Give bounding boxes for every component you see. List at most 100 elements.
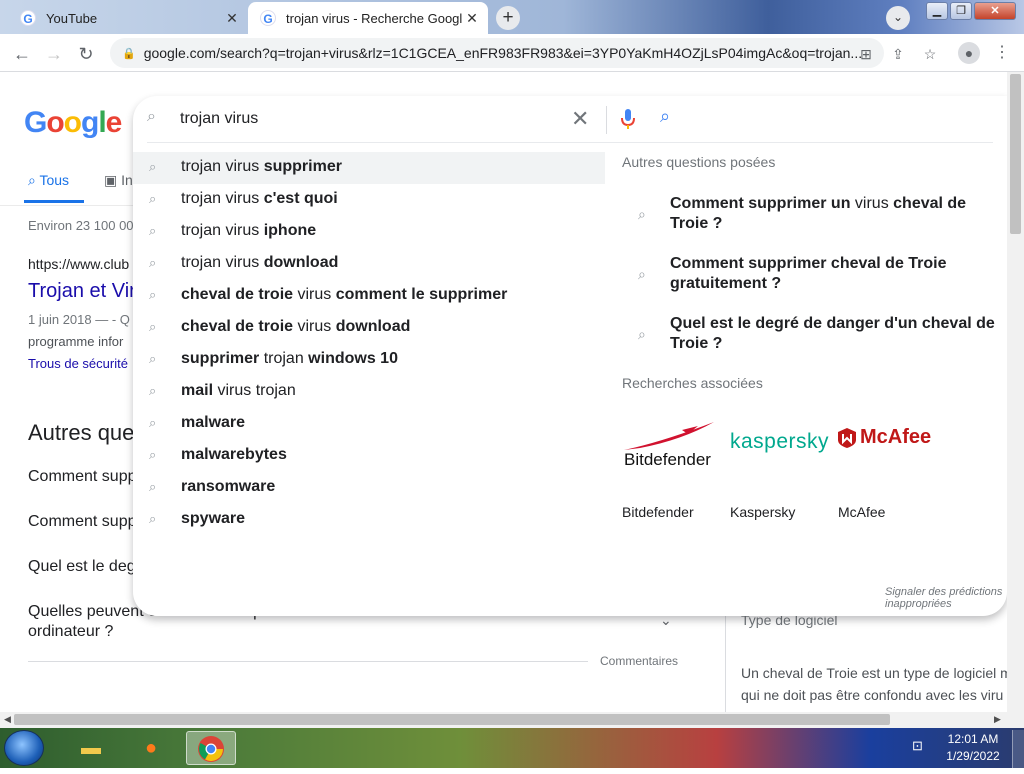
bitdefender-logo[interactable]: Bitdefender [622, 416, 722, 476]
kaspersky-wordmark: kaspersky [730, 430, 830, 453]
suggestion-item[interactable]: ⌕ trojan virus supprimer [133, 152, 605, 184]
search-icon: ⌕ [638, 206, 646, 222]
minimize-button[interactable]: ▁ [926, 2, 948, 20]
horizontal-scroll-thumb[interactable] [14, 714, 890, 725]
tab-search-icon[interactable]: ⌄ [886, 6, 910, 30]
mcafee-wordmark: McAfee [860, 426, 932, 448]
suggestion-text: trojan virus [181, 190, 264, 207]
suggestion-item[interactable]: ⌕ supprimer trojan windows 10 [133, 344, 605, 376]
results-count: Environ 23 100 00 [28, 218, 134, 233]
suggestion-item[interactable]: ⌕ spyware [133, 504, 605, 536]
bitdefender-label[interactable]: Bitdefender [622, 504, 694, 520]
scroll-right-arrow-icon[interactable]: ▶ [994, 714, 1001, 725]
file-explorer-icon[interactable]: ▬ [66, 731, 116, 765]
result-sitelink[interactable]: Trous de sécurité [28, 356, 128, 371]
suggestion-bold: comment le supprimer [335, 286, 508, 303]
suggestion-item[interactable]: ⌕ malwarebytes [133, 440, 605, 472]
microphone-icon[interactable] [621, 108, 635, 130]
tab-google-search[interactable]: G trojan virus - Recherche Google ✕ [248, 2, 488, 34]
vertical-scroll-thumb[interactable] [1010, 74, 1021, 234]
chrome-icon[interactable] [186, 731, 236, 765]
related-question[interactable]: ⌕ Quel est le degré de danger d'un cheval… [622, 310, 1002, 362]
knowledge-panel-description: Un cheval de Troie est un type de logici… [741, 662, 1021, 706]
suggestion-item[interactable]: ⌕ cheval de troie virus download [133, 312, 605, 344]
close-window-button[interactable]: ✕ [974, 2, 1016, 20]
firefox-icon[interactable]: ● [126, 731, 176, 765]
comments-link[interactable]: Commentaires [600, 654, 678, 668]
paa-question[interactable]: Comment supp [28, 468, 137, 486]
tab-youtube[interactable]: G YouTube ✕ [8, 2, 248, 34]
result-cite[interactable]: https://www.club [28, 256, 129, 272]
suggestion-bold: cheval de troie [181, 318, 294, 335]
url-text[interactable]: google.com/search?q=trojan+virus&rlz=1C1… [144, 45, 862, 61]
address-bar[interactable]: 🔒 google.com/search?q=trojan+virus&rlz=1… [110, 38, 884, 68]
share-icon[interactable]: ⇪ [888, 44, 908, 64]
related-question[interactable]: ⌕ Comment supprimer cheval de Troie gratu… [622, 250, 1002, 302]
suggestion-item[interactable]: ⌕ trojan virus iphone [133, 216, 605, 248]
clock-time[interactable]: 12:01 AM [946, 732, 1000, 746]
report-predictions-link[interactable]: Signaler des prédictions inappropriées [885, 586, 1007, 610]
lock-icon[interactable]: 🔒 [122, 47, 136, 60]
translate-icon[interactable]: ⊞ [856, 44, 876, 64]
clock-date[interactable]: 1/29/2022 [942, 749, 1004, 763]
search-submit-icon[interactable]: ⌕ [660, 106, 670, 127]
reload-icon[interactable]: ↻ [74, 42, 98, 66]
separator [606, 106, 607, 134]
paa-question[interactable]: Quel est le deg [28, 558, 136, 576]
scroll-left-arrow-icon[interactable]: ◀ [4, 714, 11, 725]
tab-all-label: Tous [39, 172, 70, 188]
kaspersky-label[interactable]: Kaspersky [730, 504, 795, 520]
suggestion-bold: supprimer [181, 350, 260, 367]
tab-title: trojan virus - Recherche Google [286, 10, 462, 26]
profile-avatar-icon[interactable]: ● [958, 42, 980, 64]
network-icon[interactable]: ⊡ [912, 738, 932, 756]
suggestion-item[interactable]: ⌕ cheval de troie virus comment le suppri… [133, 280, 605, 312]
knowledge-panel-border [725, 610, 726, 712]
forward-arrow-icon[interactable]: → [42, 42, 66, 66]
mcafee-logo[interactable]: McAfee [838, 416, 938, 476]
page-content: Google ⌕ Tous ▣ In Environ 23 100 00 htt… [0, 72, 1024, 712]
tab-all[interactable]: ⌕ Tous [28, 172, 69, 189]
close-tab-icon[interactable]: ✕ [222, 10, 242, 27]
suggestion-item[interactable]: ⌕ ransomware [133, 472, 605, 504]
kaspersky-logo[interactable]: kaspersky [730, 416, 830, 476]
search-icon: ⌕ [149, 511, 157, 526]
result-title-link[interactable]: Trojan et Vir [28, 280, 136, 303]
back-arrow-icon[interactable]: ← [10, 42, 34, 66]
search-icon: ⌕ [638, 326, 646, 342]
paa-question[interactable]: Comment supp [28, 513, 137, 531]
question-bold: Comment supprimer un [670, 195, 851, 212]
suggestion-text: trojan [259, 350, 309, 367]
suggestion-item[interactable]: ⌕ trojan virus download [133, 248, 605, 280]
suggestion-item[interactable]: ⌕ trojan virus c'est quoi [133, 184, 605, 216]
google-logo[interactable]: Google [24, 106, 122, 140]
start-button[interactable] [4, 730, 44, 766]
bookmark-star-icon[interactable]: ☆ [920, 44, 940, 64]
logo-letter: G [24, 106, 47, 139]
logo-letter: g [81, 106, 99, 139]
suggestion-bold: download [263, 254, 339, 271]
search-icon: ⌕ [28, 172, 40, 188]
mcafee-label[interactable]: McAfee [838, 504, 885, 520]
suggestion-item[interactable]: ⌕ mail virus trojan [133, 376, 605, 408]
new-tab-button[interactable]: + [496, 6, 520, 30]
question-text: virus [850, 195, 894, 212]
search-icon: ⌕ [149, 159, 157, 174]
suggestion-bold: iphone [263, 222, 317, 239]
suggestion-item[interactable]: ⌕ malware [133, 408, 605, 440]
close-tab-icon[interactable]: ✕ [462, 10, 482, 27]
tab-images[interactable]: ▣ In [104, 172, 133, 189]
suggestion-bold: mail [181, 382, 214, 399]
browser-toolbar: ← → ↻ 🔒 google.com/search?q=trojan+virus… [0, 34, 1024, 72]
suggestion-bold: download [335, 318, 411, 335]
maximize-button[interactable]: ❐ [950, 2, 972, 20]
related-question[interactable]: ⌕ Comment supprimer un virus cheval de Tr… [622, 190, 1002, 242]
search-input[interactable]: trojan virus [180, 110, 258, 128]
suggestion-text: virus [293, 286, 336, 303]
related-searches-title: Recherches associées [622, 375, 763, 391]
logo-letter: l [98, 106, 106, 139]
search-icon: ⌕ [149, 383, 157, 398]
show-desktop-button[interactable] [1012, 730, 1024, 768]
clear-icon[interactable]: ✕ [571, 106, 589, 132]
menu-kebab-icon[interactable]: ⋮ [992, 42, 1012, 62]
